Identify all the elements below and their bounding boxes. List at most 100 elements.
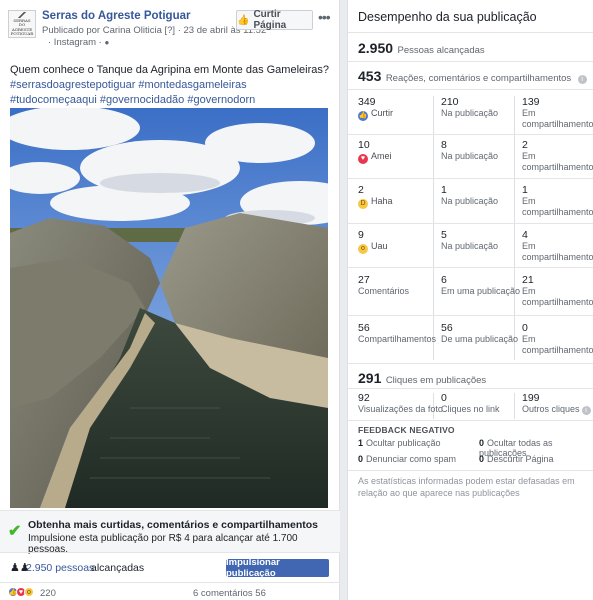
curtir-label: Curtir (371, 108, 393, 118)
haha-on-post-cell: 1 Na publicação (441, 185, 498, 207)
landscape-photo (10, 108, 328, 508)
haha-on-shares-label: Em compartilhamentos (522, 196, 593, 217)
boost-post-button[interactable]: Impulsionar publicação (226, 557, 329, 579)
column-divider (433, 96, 434, 360)
divider (348, 470, 593, 471)
clicks-number: 291 (358, 370, 382, 386)
divider (348, 420, 593, 421)
promo-title: Obtenha mais curtidas, comentários e com… (28, 519, 318, 531)
photo-views-label: Visualizações da foto (358, 404, 443, 414)
report-spam-label: Denunciar como spam (366, 454, 457, 464)
comments-on-post: 6 (441, 274, 447, 286)
insights-panel: Desempenho da sua publicação 2.950 Pesso… (347, 0, 593, 600)
thumbs-up-icon: 👍 (237, 14, 250, 26)
divider (348, 267, 593, 268)
boost-promo-banner: ✔ Obtenha mais curtidas, comentários e c… (0, 510, 340, 555)
negative-feedback-title: FEEDBACK NEGATIVO (358, 425, 455, 435)
comments-on-post-label: Em uma publicação (441, 286, 521, 296)
uau-on-shares-label: Em compartilhamentos (522, 241, 593, 262)
uau-on-shares-cell: 4 Em compartilhamentos (522, 229, 593, 263)
root: SERRAS DO AGRESTE POTIGUAR Serras do Agr… (0, 0, 593, 600)
post-text: Quem conhece o Tanque da Agripina em Mon… (10, 64, 329, 76)
comments-on-shares-label: Em compartilhamentos (522, 286, 593, 307)
shares-on-post-label: De uma publicação (441, 334, 519, 344)
globe-icon: ● (104, 38, 110, 47)
unlike-page-count: 0 (479, 454, 485, 464)
curtir-on-shares: 139 (522, 96, 540, 108)
publisher-source-text: · Instagram · (48, 37, 105, 48)
amei-on-shares: 2 (522, 139, 528, 151)
curtir-on-post: 210 (441, 96, 459, 108)
shares-total-cell: 56 Compartilhamentos (358, 323, 436, 345)
shares-total: 56 (358, 322, 370, 334)
page-avatar[interactable]: SERRAS DO AGRESTE POTIGUAR (8, 10, 36, 38)
shares-on-shares-cell: 0 Em compartilhamentos (522, 322, 593, 356)
divider (348, 388, 593, 389)
divider (348, 89, 593, 90)
more-options-icon[interactable]: ••• (318, 9, 331, 25)
comments-on-shares: 21 (522, 274, 534, 286)
uau-on-post: 5 (441, 229, 447, 241)
haha-on-shares-cell: 1 Em compartilhamentos (522, 184, 593, 218)
like-icon: 👍 (358, 111, 368, 121)
other-clicks-number: 199 (522, 392, 540, 404)
amei-on-post-cell: 8 Na publicação (441, 140, 498, 162)
report-spam-count: 0 (358, 454, 364, 464)
photo-views-number: 92 (358, 392, 370, 404)
divider (348, 178, 593, 179)
column-divider (514, 393, 515, 419)
clicks-summary: 291 Cliques em publicações (358, 370, 486, 388)
uau-total-cell: 9 o Uau (358, 230, 388, 254)
curtir-on-post-label: Na publicação (441, 108, 499, 118)
hide-post-label: Ocultar publicação (366, 438, 441, 448)
amei-total-cell: 10 ♥ Amei (358, 140, 392, 164)
shares-on-post: 56 (441, 322, 453, 334)
comments-total: 27 (358, 274, 370, 286)
other-clicks-label: Outros cliques (522, 404, 580, 414)
info-icon[interactable]: i (577, 75, 587, 84)
shares-on-shares: 0 (522, 322, 528, 334)
link-clicks-number: 0 (441, 392, 447, 404)
post-card: SERRAS DO AGRESTE POTIGUAR Serras do Agr… (0, 0, 340, 600)
wow-icon: o (358, 244, 368, 254)
uau-on-shares: 4 (522, 229, 528, 241)
like-page-button[interactable]: 👍 Curtir Página (236, 9, 313, 31)
people-reached: 2.950 Pessoas alcançadas (358, 40, 485, 58)
uau-label: Uau (371, 241, 388, 251)
reach-number-link[interactable]: 2.950 pessoas (26, 562, 94, 574)
haha-on-post-label: Na publicação (441, 196, 499, 206)
haha-total-cell: 2 D Haha (358, 185, 393, 209)
comments-shares-count[interactable]: 6 comentários 56 compartilhamentos (193, 588, 340, 600)
link-clicks-cell: 0 Cliques no link (441, 393, 500, 415)
post-hashtags[interactable]: #serrasdoagrestepotiguar #montedasgamele… (10, 78, 335, 108)
column-divider (514, 96, 515, 360)
link-clicks-label: Cliques no link (441, 404, 500, 414)
people-reached-number: 2.950 (358, 40, 394, 56)
wow-reaction-icon[interactable]: o (24, 587, 34, 597)
like-page-label: Curtir Página (253, 9, 287, 31)
curtir-on-shares-cell: 139 Em compartilhamentos (522, 96, 593, 130)
report-spam-item: 0 Denunciar como spam (358, 454, 456, 464)
reach-label: alcançadas (91, 562, 145, 574)
haha-on-shares: 1 (522, 184, 528, 196)
amei-on-post: 8 (441, 139, 447, 151)
page-name-link[interactable]: Serras do Agreste Potiguar (42, 10, 190, 22)
comments-total-cell: 27 Comentários (358, 275, 409, 297)
divider (348, 134, 593, 135)
amei-total: 10 (358, 139, 370, 151)
insights-title: Desempenho da sua publicação (358, 10, 537, 24)
reactions-count[interactable]: 220 (40, 588, 56, 599)
shares-on-post-cell: 56 De uma publicação (441, 323, 518, 345)
people-reached-label: Pessoas alcançadas (397, 45, 485, 56)
reactions-total-label: Reações, comentários e compartilhamentos (385, 73, 572, 84)
post-photo[interactable] (10, 108, 328, 508)
stats-disclaimer: As estatísticas informadas podem estar d… (358, 476, 575, 498)
curtir-total-cell: 349 👍 Curtir (358, 97, 393, 121)
divider (348, 223, 593, 224)
haha-on-post: 1 (441, 184, 447, 196)
info-icon[interactable]: i (581, 406, 591, 415)
uau-on-post-label: Na publicação (441, 241, 499, 251)
comments-on-shares-cell: 21 Em compartilhamentos (522, 274, 593, 308)
divider (348, 363, 593, 364)
publisher-line: Publicado por Carina Oliticia [?] · 23 d… (42, 25, 267, 36)
